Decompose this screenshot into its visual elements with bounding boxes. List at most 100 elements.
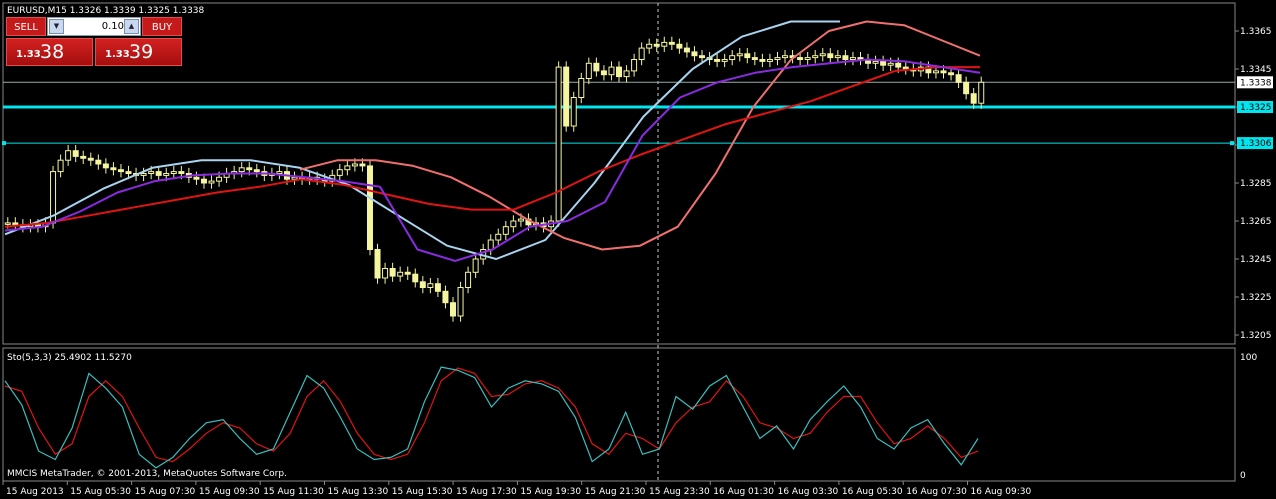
candle-body: [902, 66, 909, 70]
candle-body: [216, 176, 223, 182]
stochastic-label: Sto(5,3,3) 25.4902 11.5270: [7, 353, 132, 363]
candle-body: [434, 283, 441, 292]
candle-body: [57, 159, 64, 173]
candle-body: [593, 62, 600, 72]
hline-2-tag: 1.3306: [1240, 139, 1272, 149]
candle-body: [963, 81, 970, 95]
price-axis: 1.33651.33451.33251.33051.32851.32651.32…: [1235, 27, 1273, 341]
price-tick-label: 1.3345: [1240, 65, 1272, 75]
price-tick-label: 1.3285: [1240, 179, 1272, 189]
candle-body: [555, 66, 562, 222]
time-tick-label: 15 Aug 09:30: [199, 487, 260, 497]
candle-body: [970, 93, 977, 104]
candle: [555, 61, 562, 227]
candle-body: [691, 51, 698, 57]
candle-body: [638, 47, 645, 60]
one-click-trading-panel: SELL ▼ ▲ BUY 1.33 38 1.33 39: [6, 17, 182, 66]
candle-body: [827, 53, 834, 59]
sell-price-button[interactable]: 1.33 38: [6, 38, 93, 66]
time-tick-label: 15 Aug 05:30: [70, 487, 131, 497]
candle-body: [246, 167, 253, 171]
candle-body: [449, 302, 456, 317]
candle-body: [427, 283, 434, 289]
buy-price-big: 39: [129, 41, 154, 63]
candle-body: [12, 222, 19, 226]
candle-body: [404, 271, 411, 275]
candle-body: [759, 59, 766, 62]
candle-body: [940, 70, 947, 74]
buy-button[interactable]: BUY: [142, 17, 182, 36]
time-tick-label: 16 Aug 01:30: [713, 487, 774, 497]
candle-body: [608, 66, 615, 76]
candle-body: [495, 233, 502, 241]
time-tick-label: 16 Aug 07:30: [906, 487, 967, 497]
candle-body: [465, 271, 472, 288]
candle: [563, 61, 570, 132]
candle-body: [653, 43, 660, 47]
lot-decrease-button[interactable]: ▼: [49, 19, 64, 34]
sell-button[interactable]: SELL: [6, 17, 46, 36]
lot-increase-button[interactable]: ▲: [124, 19, 139, 34]
price-tick-label: 1.3245: [1240, 255, 1272, 265]
candle-body: [932, 70, 939, 74]
candle-body: [502, 226, 509, 235]
buy-price-small: 1.33: [105, 49, 130, 60]
candle-body: [978, 81, 985, 104]
candle-body: [366, 165, 373, 250]
time-tick-label: 15 Aug 17:30: [456, 487, 517, 497]
candle-body: [676, 43, 683, 49]
symbol-info: EURUSD,M15 1.3326 1.3339 1.3325 1.3338: [7, 6, 205, 16]
candle-body: [774, 57, 781, 60]
candle-body: [880, 60, 887, 66]
candle-body: [782, 55, 789, 59]
candle-body: [193, 176, 200, 180]
candle-body: [721, 59, 728, 62]
candle-body: [117, 169, 124, 173]
stochastic-max-label: 100: [1240, 353, 1257, 363]
candle-body: [661, 41, 668, 47]
price-chart[interactable]: EURUSD,M15 1.3326 1.3339 1.3325 1.3338 S…: [0, 0, 1276, 499]
buy-price-button[interactable]: 1.33 39: [95, 38, 182, 66]
candle-body: [887, 62, 894, 66]
candle-body: [374, 249, 381, 279]
candle-body: [253, 169, 260, 173]
candle-body: [849, 57, 856, 60]
lot-size-input[interactable]: [66, 19, 126, 34]
candle-body: [751, 57, 758, 60]
candle: [366, 160, 373, 256]
candle: [50, 165, 57, 229]
candle-body: [125, 171, 132, 175]
candle-body: [102, 163, 109, 169]
candle-body: [729, 55, 736, 61]
time-tick-label: 15 Aug 19:30: [520, 487, 581, 497]
price-tick-label: 1.3225: [1240, 293, 1272, 303]
candle-body: [208, 180, 215, 184]
copyright-text: MMCIS MetaTrader, © 2001-2013, MetaQuote…: [7, 469, 287, 479]
candle-body: [683, 47, 690, 53]
candle-body: [600, 70, 607, 76]
candle-body: [472, 258, 479, 273]
candle-body: [382, 268, 389, 279]
time-tick-label: 15 Aug 15:30: [392, 487, 453, 497]
candle-body: [842, 55, 849, 61]
candle-body: [80, 155, 87, 159]
candle-body: [819, 53, 826, 57]
candle-body: [487, 239, 494, 250]
price-tick-label: 1.3205: [1240, 331, 1272, 341]
stochastic-min-label: 0: [1240, 471, 1246, 481]
stochastic-window-frame: [2, 347, 1236, 482]
candle-body: [397, 271, 404, 277]
candle-body: [442, 290, 449, 304]
time-tick-label: 16 Aug 09:30: [971, 487, 1032, 497]
time-tick-label: 15 Aug 23:30: [649, 487, 710, 497]
candle-body: [623, 70, 630, 78]
candle-body: [344, 165, 351, 171]
candle-body: [72, 150, 79, 157]
candle-body: [668, 41, 675, 45]
candle-body: [359, 163, 366, 167]
candle-body: [291, 176, 298, 180]
candle-body: [616, 66, 623, 78]
candle-body: [736, 53, 743, 57]
candle-body: [563, 66, 570, 127]
candle-body: [699, 55, 706, 59]
